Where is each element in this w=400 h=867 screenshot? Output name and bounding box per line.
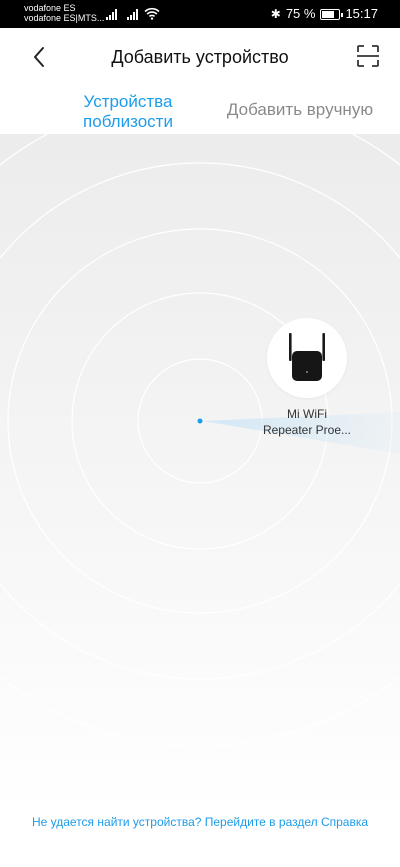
device-name: Mi WiFi Repeater Proe... xyxy=(257,406,357,438)
signal-2-icon xyxy=(127,8,138,20)
device-name-line-2: Repeater Proe... xyxy=(262,423,352,437)
tab-bar: Устройства поблизости Добавить вручную xyxy=(0,86,400,134)
radar-rings xyxy=(0,134,400,747)
repeater-device-icon xyxy=(289,333,325,381)
bluetooth-icon: ✱ xyxy=(270,7,281,21)
scan-button[interactable] xyxy=(356,44,382,70)
back-button[interactable] xyxy=(26,44,52,70)
found-device-card[interactable]: Mi WiFi Repeater Proe... xyxy=(262,318,352,438)
app-header: Добавить устройство xyxy=(0,28,400,86)
carrier-info: vodafone ES vodafone ES|MTS... xyxy=(24,3,104,23)
status-right: ✱ 75 % 15:17 xyxy=(270,6,378,22)
tab-nearby-label-2: поблизости xyxy=(83,112,173,131)
radar-center-dot xyxy=(197,418,203,424)
radar-scan-area: Mi WiFi Repeater Proe... xyxy=(0,134,400,814)
help-link[interactable]: Не удается найти устройства? Перейдите в… xyxy=(0,814,400,830)
battery-text: 75 % xyxy=(285,6,316,21)
device-icon-circle xyxy=(267,318,347,398)
tab-nearby-label-1: Устройства xyxy=(83,92,173,111)
page-title: Добавить устройство xyxy=(111,47,289,67)
device-name-line-1: Mi WiFi xyxy=(287,407,327,421)
tab-add-manually[interactable]: Добавить вручную xyxy=(212,100,388,120)
carrier-1: vodafone ES xyxy=(24,3,76,13)
back-arrow-icon xyxy=(34,47,44,67)
battery-icon xyxy=(320,8,344,20)
battery-level xyxy=(322,10,334,18)
clock: 15:17 xyxy=(345,6,378,21)
signal-1-icon xyxy=(106,8,117,20)
tab-nearby-devices[interactable]: Устройства поблизости xyxy=(50,92,206,132)
status-bar: vodafone ES vodafone ES|MTS... ✱ 75 % 15… xyxy=(0,0,400,28)
scan-icon xyxy=(357,45,379,67)
wifi-icon xyxy=(144,7,160,20)
carrier-2: vodafone ES|MTS... xyxy=(24,13,105,23)
